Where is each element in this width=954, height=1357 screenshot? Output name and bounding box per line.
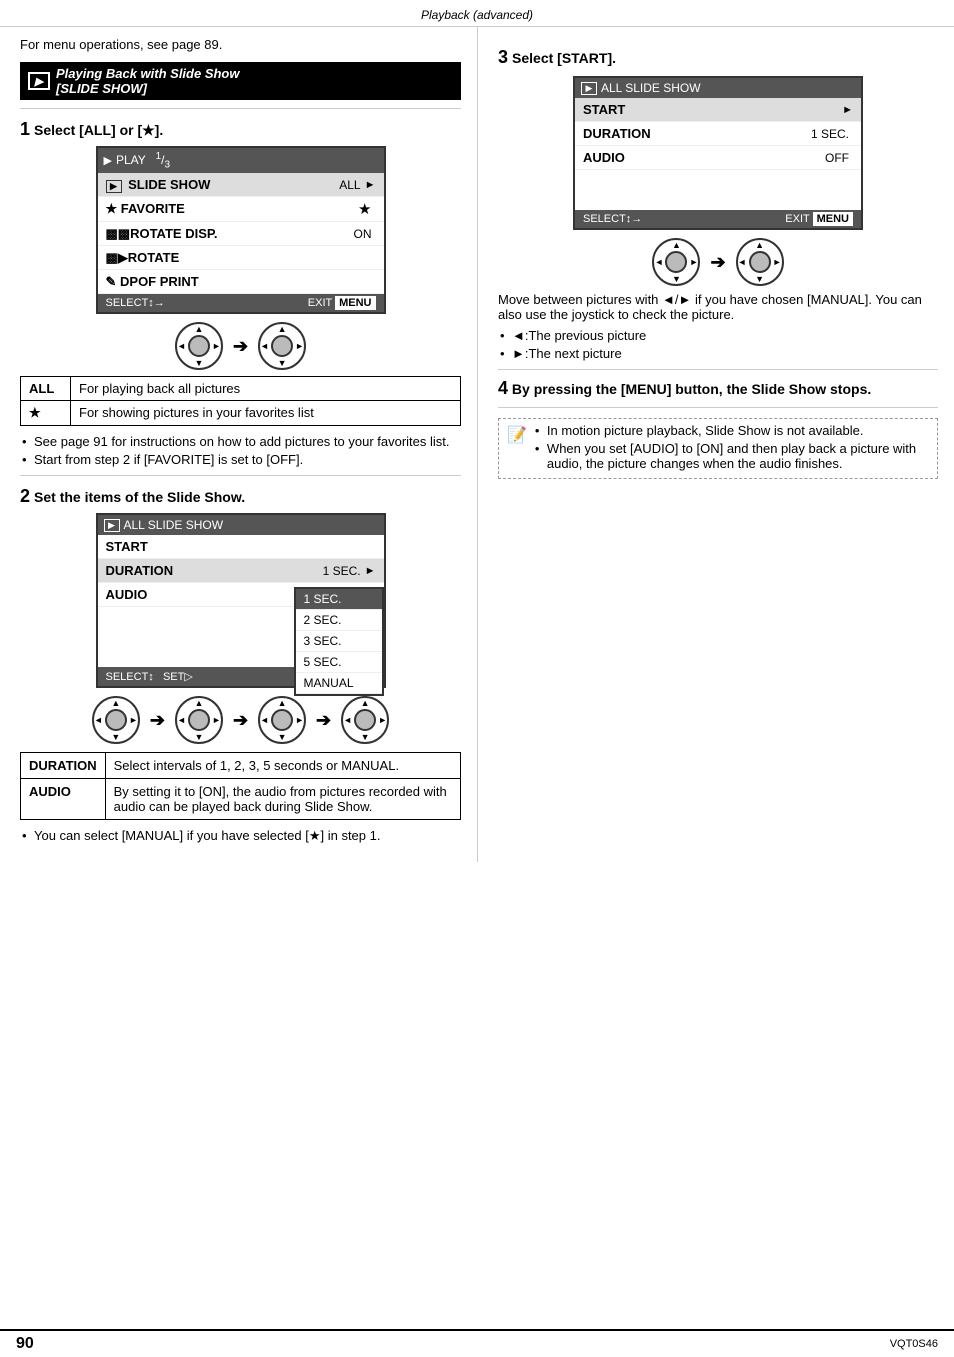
bullet-item: ►:The next picture xyxy=(498,346,938,361)
step2-menu-screen: ▶ ALL SLIDE SHOW START DURATION 1 SEC. ►… xyxy=(96,513,386,688)
step3-menu-item-start[interactable]: START ► xyxy=(575,98,861,122)
joystick-left: ▲ ▼ ◄ ► xyxy=(175,322,223,370)
section-title-line2: [SLIDE SHOW] xyxy=(56,81,147,96)
step2-note: You can select [MANUAL] if you have sele… xyxy=(20,828,461,844)
step3-description: Move between pictures with ◄/► if you ha… xyxy=(498,292,938,322)
step2-title-icon: ▶ xyxy=(104,519,120,532)
dropdown-item-3sec[interactable]: 3 SEC. xyxy=(296,631,382,652)
step3-bullets: ◄:The previous picture ►:The next pictur… xyxy=(498,328,938,361)
dropdown-item-1sec[interactable]: 1 SEC. xyxy=(296,589,382,610)
step3-heading-text: Select [START]. xyxy=(512,50,616,66)
step4-heading-text: By pressing the [MENU] button, the Slide… xyxy=(512,381,871,397)
bullet-item: See page 91 for instructions on how to a… xyxy=(20,434,461,449)
step2-feature-table: DURATION Select intervals of 1, 2, 3, 5 … xyxy=(20,752,461,820)
step1-table: ALL For playing back all pictures ★ For … xyxy=(20,376,461,426)
intro-text: For menu operations, see page 89. xyxy=(20,37,461,52)
menu-item-rotate-disp[interactable]: ▩▩ROTATE DISP. ON xyxy=(98,222,384,246)
step1-menu-screen: ▶ PLAY 1/3 ▶ SLIDE SHOW ALL ► ★ FAVORITE… xyxy=(96,146,386,314)
step4-heading: 4 By pressing the [MENU] button, the Sli… xyxy=(498,378,938,399)
table-row: ALL For playing back all pictures xyxy=(21,377,461,401)
section-title-line1: Playing Back with Slide Show xyxy=(56,66,240,81)
dropdown-item-5sec[interactable]: 5 SEC. xyxy=(296,652,382,673)
step3-menu-item-duration[interactable]: DURATION 1 SEC. xyxy=(575,122,861,146)
table-cell-key: AUDIO xyxy=(21,779,106,820)
arrow-right-s2-1: ➔ xyxy=(150,710,165,731)
step3-menu-item-audio[interactable]: AUDIO OFF xyxy=(575,146,861,170)
step1-menu-title: ▶ PLAY 1/3 xyxy=(98,148,384,173)
table-cell-key: DURATION xyxy=(21,753,106,779)
step3-heading: 3 Select [START]. xyxy=(498,47,938,68)
note-item-2: When you set [AUDIO] to [ON] and then pl… xyxy=(533,441,929,471)
joystick-right: ▲ ▼ ◄ ► xyxy=(258,322,306,370)
menu-item-duration[interactable]: DURATION 1 SEC. ► xyxy=(98,559,384,583)
step3-title-icon: ▶ xyxy=(581,82,597,95)
page-header-text: Playback (advanced) xyxy=(421,8,533,22)
slideshow-menu-icon: ▶ xyxy=(106,180,122,193)
table-cell-value: Select intervals of 1, 2, 3, 5 seconds o… xyxy=(105,753,460,779)
table-row: DURATION Select intervals of 1, 2, 3, 5 … xyxy=(21,753,461,779)
model-number: VQT0S46 xyxy=(890,1338,938,1350)
table-cell-value: By setting it to [ON], the audio from pi… xyxy=(105,779,460,820)
step2-heading-text: Set the items of the Slide Show. xyxy=(34,489,245,505)
step3-joystick-row: ▲ ▼ ◄ ► ➔ ▲ ▼ ◄ ► xyxy=(498,238,938,286)
joystick-s2-3: ▲ ▼ ◄ ► xyxy=(258,696,306,744)
table-cell-key: ★ xyxy=(21,401,71,426)
arrow-right-1: ➔ xyxy=(233,336,248,357)
table-cell-value: For showing pictures in your favorites l… xyxy=(71,401,461,426)
page-footer: 90 VQT0S46 xyxy=(0,1329,954,1357)
menu-item-favorite[interactable]: ★ FAVORITE ★ xyxy=(98,197,384,222)
notes-list: In motion picture playback, Slide Show i… xyxy=(533,423,929,471)
joystick-s2-2: ▲ ▼ ◄ ► xyxy=(175,696,223,744)
page-number: 90 xyxy=(16,1335,34,1353)
right-column: 3 Select [START]. ▶ ALL SLIDE SHOW START… xyxy=(478,27,954,862)
joystick-s2-1: ▲ ▼ ◄ ► xyxy=(92,696,140,744)
bullet-item: Start from step 2 if [FAVORITE] is set t… xyxy=(20,452,461,467)
table-cell-value: For playing back all pictures xyxy=(71,377,461,401)
duration-dropdown: 1 SEC. 2 SEC. 3 SEC. 5 SEC. MANUAL xyxy=(294,587,384,696)
left-column: For menu operations, see page 89. ▶ Play… xyxy=(0,27,478,862)
table-cell-key: ALL xyxy=(21,377,71,401)
step3-menu-bottom: SELECT↕→ EXIT MENU xyxy=(575,210,861,228)
table-row: ★ For showing pictures in your favorites… xyxy=(21,401,461,426)
step1-joystick-row: ▲ ▼ ◄ ► ➔ ▲ ▼ ◄ ► xyxy=(20,322,461,370)
step3-menu-screen: ▶ ALL SLIDE SHOW START ► DURATION 1 SEC.… xyxy=(573,76,863,230)
dropdown-item-2sec[interactable]: 2 SEC. xyxy=(296,610,382,631)
table-row: AUDIO By setting it to [ON], the audio f… xyxy=(21,779,461,820)
bullet-item: ◄:The previous picture xyxy=(498,328,938,343)
step1-heading-text: Select [ALL] or [★]. xyxy=(34,122,163,139)
slideshow-icon: ▶ xyxy=(28,72,50,90)
note-icon: 📝 xyxy=(507,425,527,445)
step2-menu-title: ▶ ALL SLIDE SHOW xyxy=(98,515,384,535)
menu-item-start[interactable]: START xyxy=(98,535,384,559)
step3-menu-title: ▶ ALL SLIDE SHOW xyxy=(575,78,861,98)
arrow-right-s3: ➔ xyxy=(710,252,725,273)
section-header: ▶ Playing Back with Slide Show [SLIDE SH… xyxy=(20,62,461,100)
arrow-right-s2-2: ➔ xyxy=(233,710,248,731)
step1-bullets: See page 91 for instructions on how to a… xyxy=(20,434,461,467)
menu-item-rotate[interactable]: ▩▶ROTATE xyxy=(98,246,384,270)
page-header: Playback (advanced) xyxy=(0,0,954,27)
dropdown-item-manual[interactable]: MANUAL xyxy=(296,673,382,694)
step2-heading: 2 Set the items of the Slide Show. xyxy=(20,486,461,507)
bullet-item: You can select [MANUAL] if you have sele… xyxy=(20,828,461,844)
notes-box: 📝 In motion picture playback, Slide Show… xyxy=(498,418,938,479)
step1-heading: 1 Select [ALL] or [★]. xyxy=(20,119,461,140)
note-item-1: In motion picture playback, Slide Show i… xyxy=(533,423,929,438)
menu-item-dpof[interactable]: ✎ DPOF PRINT xyxy=(98,270,384,294)
menu-item-slideshow[interactable]: ▶ SLIDE SHOW ALL ► xyxy=(98,173,384,197)
joystick-s3-2: ▲ ▼ ◄ ► xyxy=(736,238,784,286)
step2-joystick-row: ▲ ▼ ◄ ► ➔ ▲ ▼ ◄ ► ➔ ▲ ▼ ◄ ► xyxy=(20,696,461,744)
joystick-s3-1: ▲ ▼ ◄ ► xyxy=(652,238,700,286)
joystick-s2-4: ▲ ▼ ◄ ► xyxy=(341,696,389,744)
step1-menu-bottom: SELECT↕→ EXIT MENU xyxy=(98,294,384,312)
notes-content: In motion picture playback, Slide Show i… xyxy=(533,423,929,474)
arrow-right-s2-3: ➔ xyxy=(316,710,331,731)
